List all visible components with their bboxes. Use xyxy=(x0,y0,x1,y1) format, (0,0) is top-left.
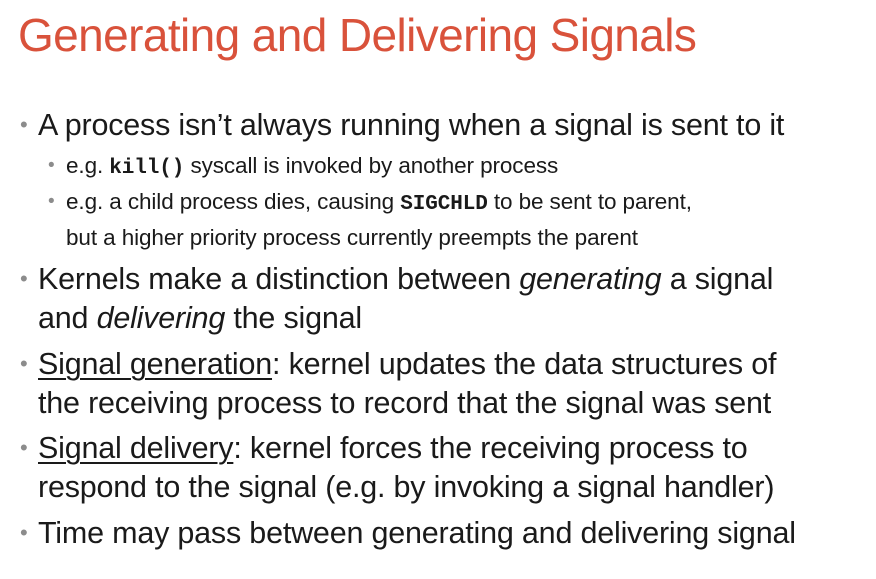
bullet-text-segment: : kernel forces the receiving process to xyxy=(233,431,748,465)
bullet-text-segment: e.g. xyxy=(66,153,110,178)
bullet-dot: • xyxy=(20,112,28,137)
bullet-text-segment: A process isn’t always running when a si… xyxy=(38,108,785,142)
code-kill: kill() xyxy=(109,157,185,180)
term-signal-generation: Signal generation xyxy=(38,347,273,381)
bullet-dot: • xyxy=(48,191,55,212)
bullet-dot: • xyxy=(20,351,28,376)
sub-bullet-text: e.g. a child process dies, causing SIGCH… xyxy=(66,184,692,223)
emphasis-delivering: delivering xyxy=(96,301,226,335)
bullet-text-segment: a signal xyxy=(661,262,774,296)
bullet-continuation: respond to the signal (e.g. by invoking … xyxy=(38,470,775,504)
code-sigchld: SIGCHLD xyxy=(400,193,488,216)
bullet-text-segment: e.g. a child process dies, causing xyxy=(66,189,401,214)
bullet-dot: • xyxy=(20,435,28,460)
slide-title: Generating and Delivering Signals xyxy=(18,9,697,61)
bullet-text-segment: : kernel updates the data structures of xyxy=(272,347,777,381)
bullet-dot: • xyxy=(48,155,55,176)
emphasis-generating: generating xyxy=(519,262,662,296)
bullet-dot: • xyxy=(20,520,28,545)
bullet-text-segment: and xyxy=(38,301,97,335)
bullet-text-segment: the signal xyxy=(225,301,362,335)
term-signal-delivery: Signal delivery xyxy=(38,431,234,465)
bullet-continuation: the receiving process to record that the… xyxy=(38,386,772,420)
bullet-text: Time may pass between generating and del… xyxy=(38,514,796,553)
bullet-text-segment: to be sent to parent, xyxy=(487,189,692,214)
bullet-text-segment: Time may pass between generating and del… xyxy=(38,516,796,550)
bullet-text: Kernels make a distinction between gener… xyxy=(38,260,773,299)
bullet-text-segment: Kernels make a distinction between xyxy=(38,262,520,296)
bullet-text: Signal generation: kernel updates the da… xyxy=(38,345,776,384)
sub-bullet-continuation: but a higher priority process currently … xyxy=(66,225,638,250)
bullet-dot: • xyxy=(20,266,28,291)
bullet-continuation: and delivering the signal xyxy=(38,299,362,338)
bullet-text: A process isn’t always running when a si… xyxy=(38,106,784,145)
bullet-text-segment: syscall is invoked by another process xyxy=(184,153,559,178)
bullet-text: Signal delivery: kernel forces the recei… xyxy=(38,429,748,468)
sub-bullet-text: e.g. kill() syscall is invoked by anothe… xyxy=(66,148,558,187)
